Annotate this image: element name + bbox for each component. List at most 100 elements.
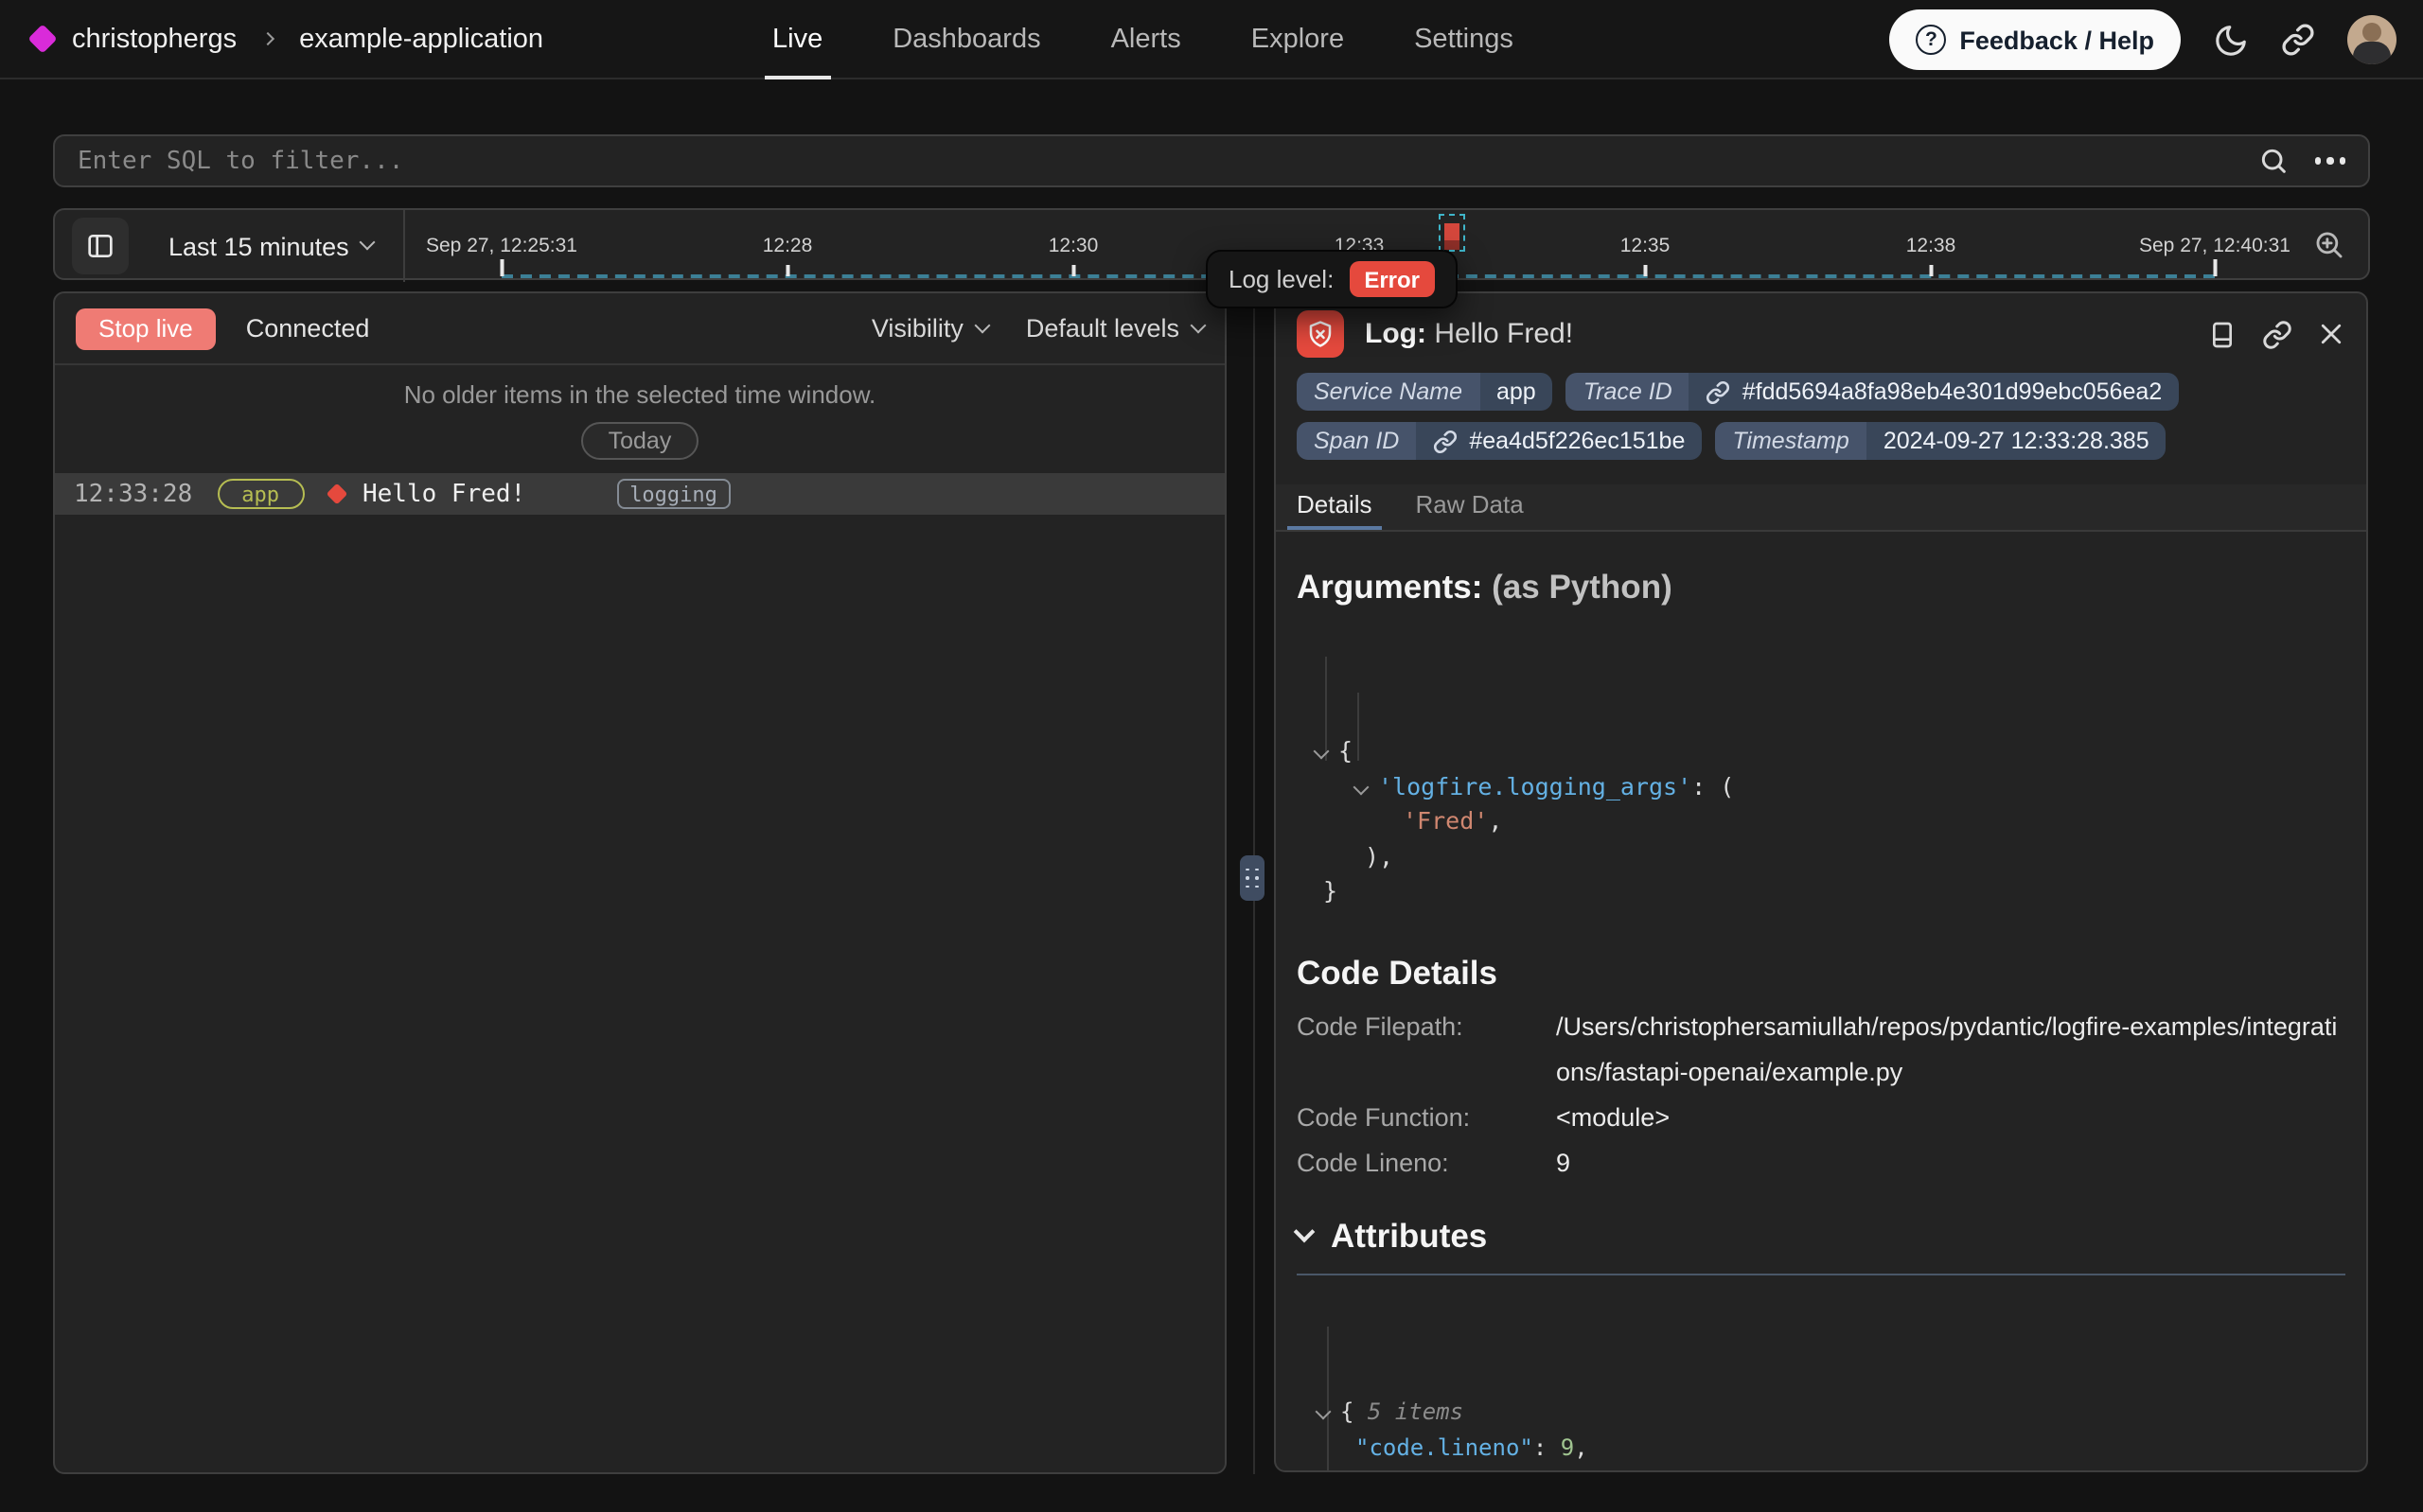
panel-drag-handle[interactable] [1240,855,1265,901]
nav-item-alerts[interactable]: Alerts [1111,0,1181,79]
arguments-heading: Arguments: (as Python) [1297,568,2345,607]
badge-label: Span ID [1297,422,1416,460]
badge-label: Timestamp [1715,422,1866,460]
filter-actions [2257,146,2368,176]
sql-filter-bar [53,134,2370,187]
tick-mark [787,265,789,276]
indent-guide [1355,1470,1357,1472]
details-title-kind: Log: [1365,318,1426,350]
close-icon[interactable] [2317,320,2345,348]
tab-raw-data[interactable]: Raw Data [1416,484,1524,530]
feedback-help-label: Feedback / Help [1959,26,2154,54]
empty-state-message: No older items in the selected time wind… [404,380,876,409]
code-filepath-row: Code Filepath: /Users/christophersamiull… [1297,1004,2345,1095]
stop-live-button[interactable]: Stop live [76,308,216,349]
nav-item-settings[interactable]: Settings [1414,0,1513,79]
tick-label: 12:38 [1906,235,1956,257]
code-details-rows: Code Filepath: /Users/christophersamiull… [1297,1004,2345,1186]
breadcrumb-project[interactable]: example-application [299,24,543,54]
error-diamond-icon [326,483,347,505]
timestamp-badge: Timestamp 2024-09-27 12:33:28.385 [1715,422,2166,460]
span-id-badge[interactable]: Span ID #ea4d5f226ec151be [1297,422,1702,460]
attributes-toggle[interactable]: Attributes [1297,1216,2345,1256]
error-histogram-bar[interactable] [1443,223,1459,250]
tick-label: 12:35 [1620,235,1671,257]
details-title-text: Hello Fred! [1434,318,1573,350]
badge-value: app [1479,373,1553,411]
visibility-label: Visibility [872,314,964,343]
timeline-end-bracket [2214,259,2217,276]
dock-panel-icon[interactable] [2207,319,2237,349]
row-value: 9 [1556,1140,2345,1186]
sql-filter-input[interactable] [55,147,2257,175]
log-details-panel: Log: Hello Fred! Service Name app Trace … [1274,291,2368,1472]
row-label: Code Function: [1297,1095,1556,1140]
attributes-divider [1297,1273,2345,1275]
log-time: 12:33:28 [74,480,192,508]
feedback-help-button[interactable]: ? Feedback / Help [1889,9,2181,70]
timeline-zoom-button[interactable] [2313,229,2345,261]
log-level-tooltip: Log level: Error [1206,250,1458,308]
user-avatar[interactable] [2347,15,2396,64]
breadcrumb-org[interactable]: christophergs [72,24,237,54]
breadcrumb-separator-icon [261,32,274,45]
trace-id-badge[interactable]: Trace ID #fdd5694a8fa98eb4e301d99ebc056e… [1566,373,2180,411]
error-shield-icon [1297,310,1344,358]
main-nav: Live Dashboards Alerts Explore Settings [772,0,1513,79]
log-row[interactable]: 12:33:28 app Hello Fred! logging [55,473,1225,515]
link-icon [2281,23,2315,57]
logfire-logo-icon[interactable] [27,24,57,53]
metadata-badges: Service Name app Trace ID #fdd5694a8fa98… [1276,365,2366,460]
more-options-icon[interactable] [2314,158,2345,165]
row-value: <module> [1556,1095,2345,1140]
zoom-in-icon [2313,229,2345,261]
chevron-down-icon [1294,1222,1316,1243]
help-icon: ? [1916,25,1946,55]
chevron-down-icon [1191,317,1207,333]
breadcrumb: christophergs example-application [0,24,543,54]
timeline-start-bracket [501,259,504,276]
collapse-chevron-icon[interactable] [1314,744,1330,760]
tick-mark [1930,265,1933,276]
service-name-badge: Service Name app [1297,373,1553,411]
nav-actions: ? Feedback / Help [1889,0,2396,79]
search-icon[interactable] [2257,146,2288,176]
tick-label-end: Sep 27, 12:40:31 [2139,235,2290,257]
tick-label: 12:28 [763,235,813,257]
permalink-icon[interactable] [2262,319,2292,349]
arguments-code[interactable]: {'logfire.logging_args': ('Fred',),} [1297,621,2345,909]
code-function-row: Code Function: <module> [1297,1095,2345,1140]
connection-status: Connected [246,314,370,343]
scope-tag: logging [616,479,731,509]
live-panel-header: Stop live Connected Visibility Default l… [55,293,1225,365]
badge-value: 2024-09-27 12:33:28.385 [1866,422,2167,460]
collapse-chevron-icon[interactable] [1316,1404,1332,1420]
row-label: Code Filepath: [1297,1004,1556,1095]
default-levels-dropdown[interactable]: Default levels [1026,314,1204,343]
today-button[interactable]: Today [582,422,699,460]
arguments-subheading: (as Python) [1492,568,1672,606]
details-tabs: Details Raw Data [1276,484,2366,532]
share-link-button[interactable] [2281,23,2315,57]
collapse-chevron-icon[interactable] [1353,779,1370,795]
top-nav: christophergs example-application Live D… [0,0,2423,79]
link-icon [1707,379,1731,404]
nav-item-dashboards[interactable]: Dashboards [893,0,1040,79]
service-tag: app [217,479,304,509]
tick-label-start: Sep 27, 12:25:31 [426,235,577,257]
nav-item-live[interactable]: Live [772,0,822,79]
chevron-down-icon [974,317,990,333]
badge-label: Service Name [1297,373,1479,411]
details-content: Arguments: (as Python) {'logfire.logging… [1276,568,2366,1472]
visibility-dropdown[interactable]: Visibility [872,314,988,343]
nav-item-explore[interactable]: Explore [1251,0,1344,79]
moon-icon [2213,22,2249,58]
tab-details[interactable]: Details [1297,484,1372,530]
attributes-code[interactable]: { 5 items"code.lineno": 9,"code.function… [1297,1289,2345,1472]
badge-label: Trace ID [1566,373,1689,411]
log-message: Hello Fred! [363,480,525,508]
dark-mode-toggle[interactable] [2213,22,2249,58]
tick-label: 12:30 [1049,235,1099,257]
attributes-heading: Attributes [1331,1216,1487,1256]
drag-dots-icon [1246,867,1260,889]
